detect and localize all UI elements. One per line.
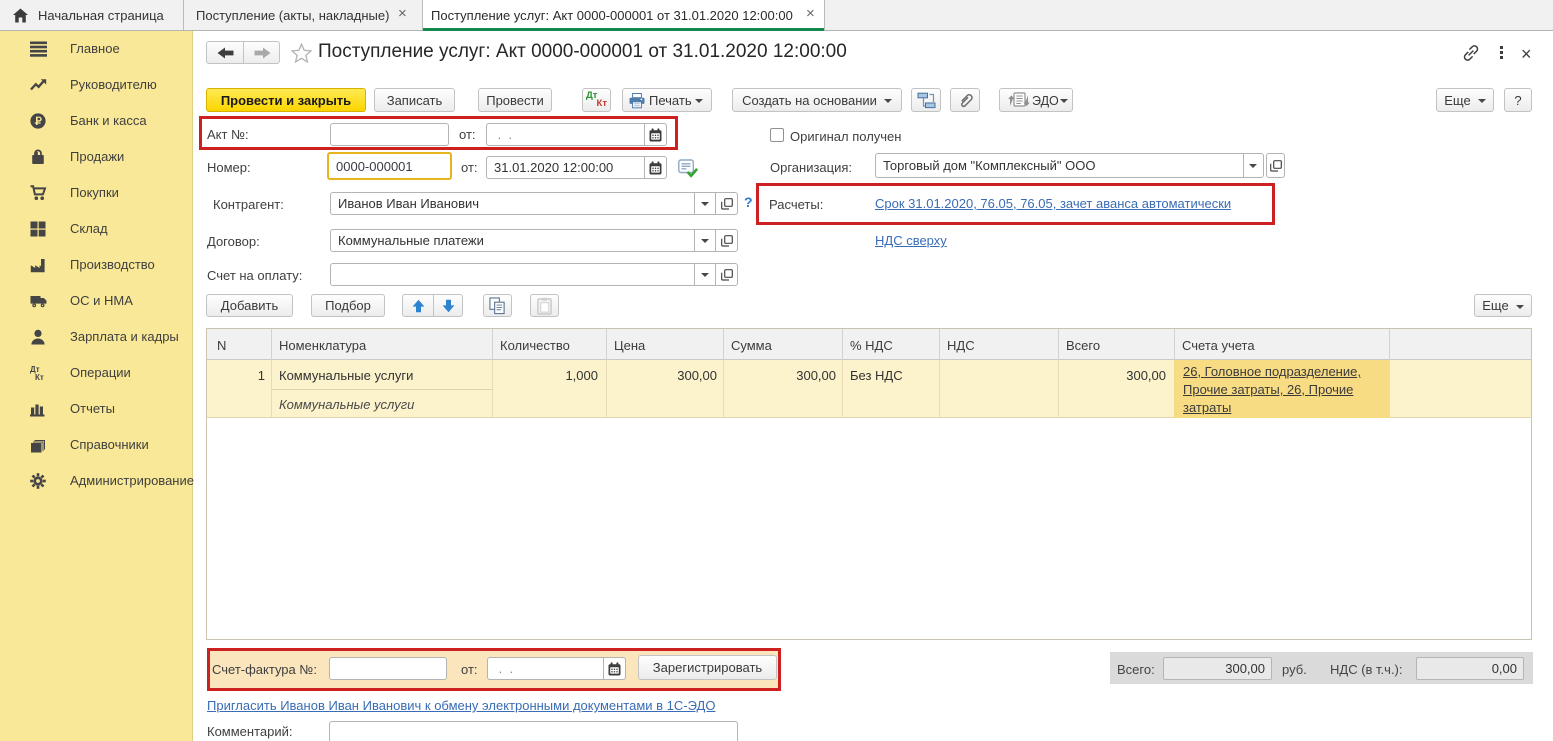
svg-text:Кт: Кт bbox=[35, 373, 44, 381]
